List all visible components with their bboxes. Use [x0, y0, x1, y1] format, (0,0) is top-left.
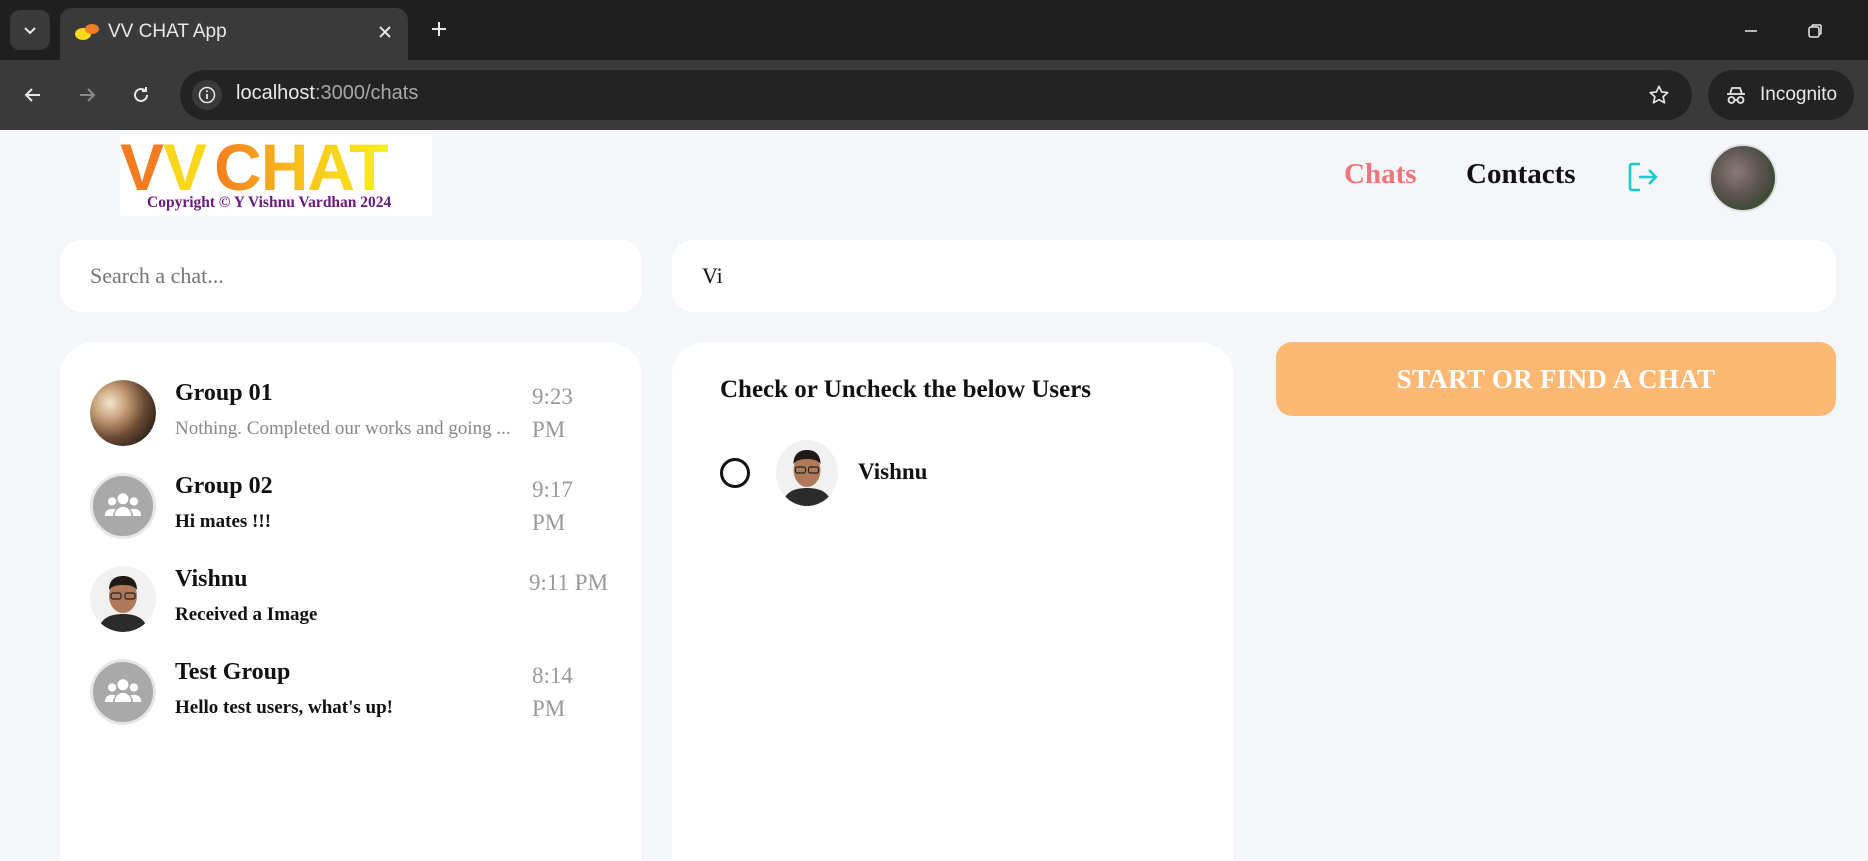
browser-toolbar: localhost:3000/chats Incognito: [0, 60, 1868, 130]
start-or-find-chat-button[interactable]: START OR FIND A CHAT: [1276, 342, 1836, 416]
chat-avatar: [90, 566, 156, 632]
users-panel-title: Check or Uncheck the below Users: [720, 376, 1092, 403]
chat-time: 9:23 PM: [532, 384, 573, 442]
user-avatar: [776, 440, 838, 506]
chat-time: 8:14 PM: [532, 663, 573, 721]
chat-list-item[interactable]: Group 01 Nothing. Completed our works an…: [90, 376, 610, 456]
logo-vv: VV: [120, 130, 207, 204]
logo-v1: V: [120, 130, 164, 204]
users-selection-panel: Check or Uncheck the below Users Vishnu: [672, 342, 1234, 861]
incognito-icon: [1727, 87, 1745, 104]
search-users-input[interactable]: [702, 258, 1802, 294]
user-option-row[interactable]: Vishnu: [720, 438, 1180, 508]
minimize-window-icon[interactable]: [1736, 16, 1766, 46]
chat-list: Group 01 Nothing. Completed our works an…: [60, 342, 642, 861]
logo-copyright: Copyright © Y Vishnu Vardhan 2024: [147, 194, 392, 211]
chat-last-message: Hello test users, what's up!: [175, 697, 393, 718]
group-users-icon: [90, 659, 156, 725]
logo-wordmark: VV CHAT: [120, 130, 389, 204]
site-info-icon[interactable]: [192, 80, 222, 110]
profile-avatar[interactable]: [1709, 144, 1777, 212]
logo-chat: CHAT: [214, 130, 389, 204]
chat-time: 9:17 PM: [532, 477, 573, 535]
back-arrow-icon[interactable]: [16, 78, 50, 112]
group-photo-avatar: [90, 380, 156, 446]
url-path: :3000/chats: [314, 82, 419, 104]
browser-tab[interactable]: VV CHAT App: [60, 8, 408, 60]
chat-name: Test Group: [175, 659, 291, 685]
new-tab-icon[interactable]: [424, 14, 454, 44]
search-chat-input[interactable]: [90, 258, 610, 294]
bookmark-star-icon[interactable]: [1646, 82, 1672, 108]
chat-list-item[interactable]: Test Group Hello test users, what's up! …: [90, 655, 610, 735]
user-name: Vishnu: [858, 459, 928, 484]
chat-name: Vishnu: [175, 566, 248, 592]
group-users-icon: [90, 473, 156, 539]
search-chat-box[interactable]: [60, 240, 642, 312]
chat-avatar: [90, 659, 156, 725]
browser-tab-bar: VV CHAT App: [0, 0, 1868, 60]
vv-chat-logo[interactable]: VV CHAT Copyright © Y Vishnu Vardhan 2024: [120, 130, 432, 216]
logout-icon[interactable]: [1626, 160, 1660, 194]
person-photo-avatar: [90, 566, 156, 632]
tab-search-button[interactable]: [10, 10, 50, 50]
chat-name: Group 01: [175, 380, 273, 406]
url-host: localhost: [236, 82, 315, 104]
nav-contacts-link[interactable]: Contacts: [1466, 158, 1576, 191]
forward-arrow-icon[interactable]: [70, 78, 104, 112]
restore-window-icon[interactable]: [1800, 16, 1830, 46]
incognito-label: Incognito: [1760, 84, 1838, 105]
chat-bubbles-favicon-icon: [75, 24, 99, 40]
address-bar[interactable]: localhost:3000/chats: [180, 70, 1692, 120]
chat-last-message: Nothing. Completed our works and going .…: [175, 418, 511, 439]
chat-avatar: [90, 380, 156, 446]
chat-time: 9:11 PM: [529, 570, 609, 595]
chat-last-message: Hi mates !!!: [175, 511, 272, 532]
user-select-checkbox[interactable]: [720, 458, 750, 488]
search-users-box[interactable]: [672, 240, 1836, 312]
incognito-indicator[interactable]: Incognito: [1708, 70, 1854, 120]
close-tab-icon[interactable]: [372, 19, 398, 45]
app-page: VV CHAT Copyright © Y Vishnu Vardhan 2024…: [0, 130, 1868, 861]
chat-last-message: Received a Image: [175, 604, 318, 625]
chevron-down-icon: [24, 27, 36, 35]
chat-avatar: [90, 473, 156, 539]
chat-name: Group 02: [175, 473, 273, 499]
chat-list-item[interactable]: Group 02 Hi mates !!! 9:17 PM: [90, 469, 610, 549]
tab-title: VV CHAT App: [108, 21, 227, 42]
url-text: localhost:3000/chats: [236, 82, 418, 105]
reload-icon[interactable]: [124, 78, 158, 112]
logo-v2: V: [163, 130, 207, 204]
chat-list-item[interactable]: Vishnu Received a Image 9:11 PM: [90, 562, 610, 642]
nav-chats-link[interactable]: Chats: [1344, 158, 1417, 191]
